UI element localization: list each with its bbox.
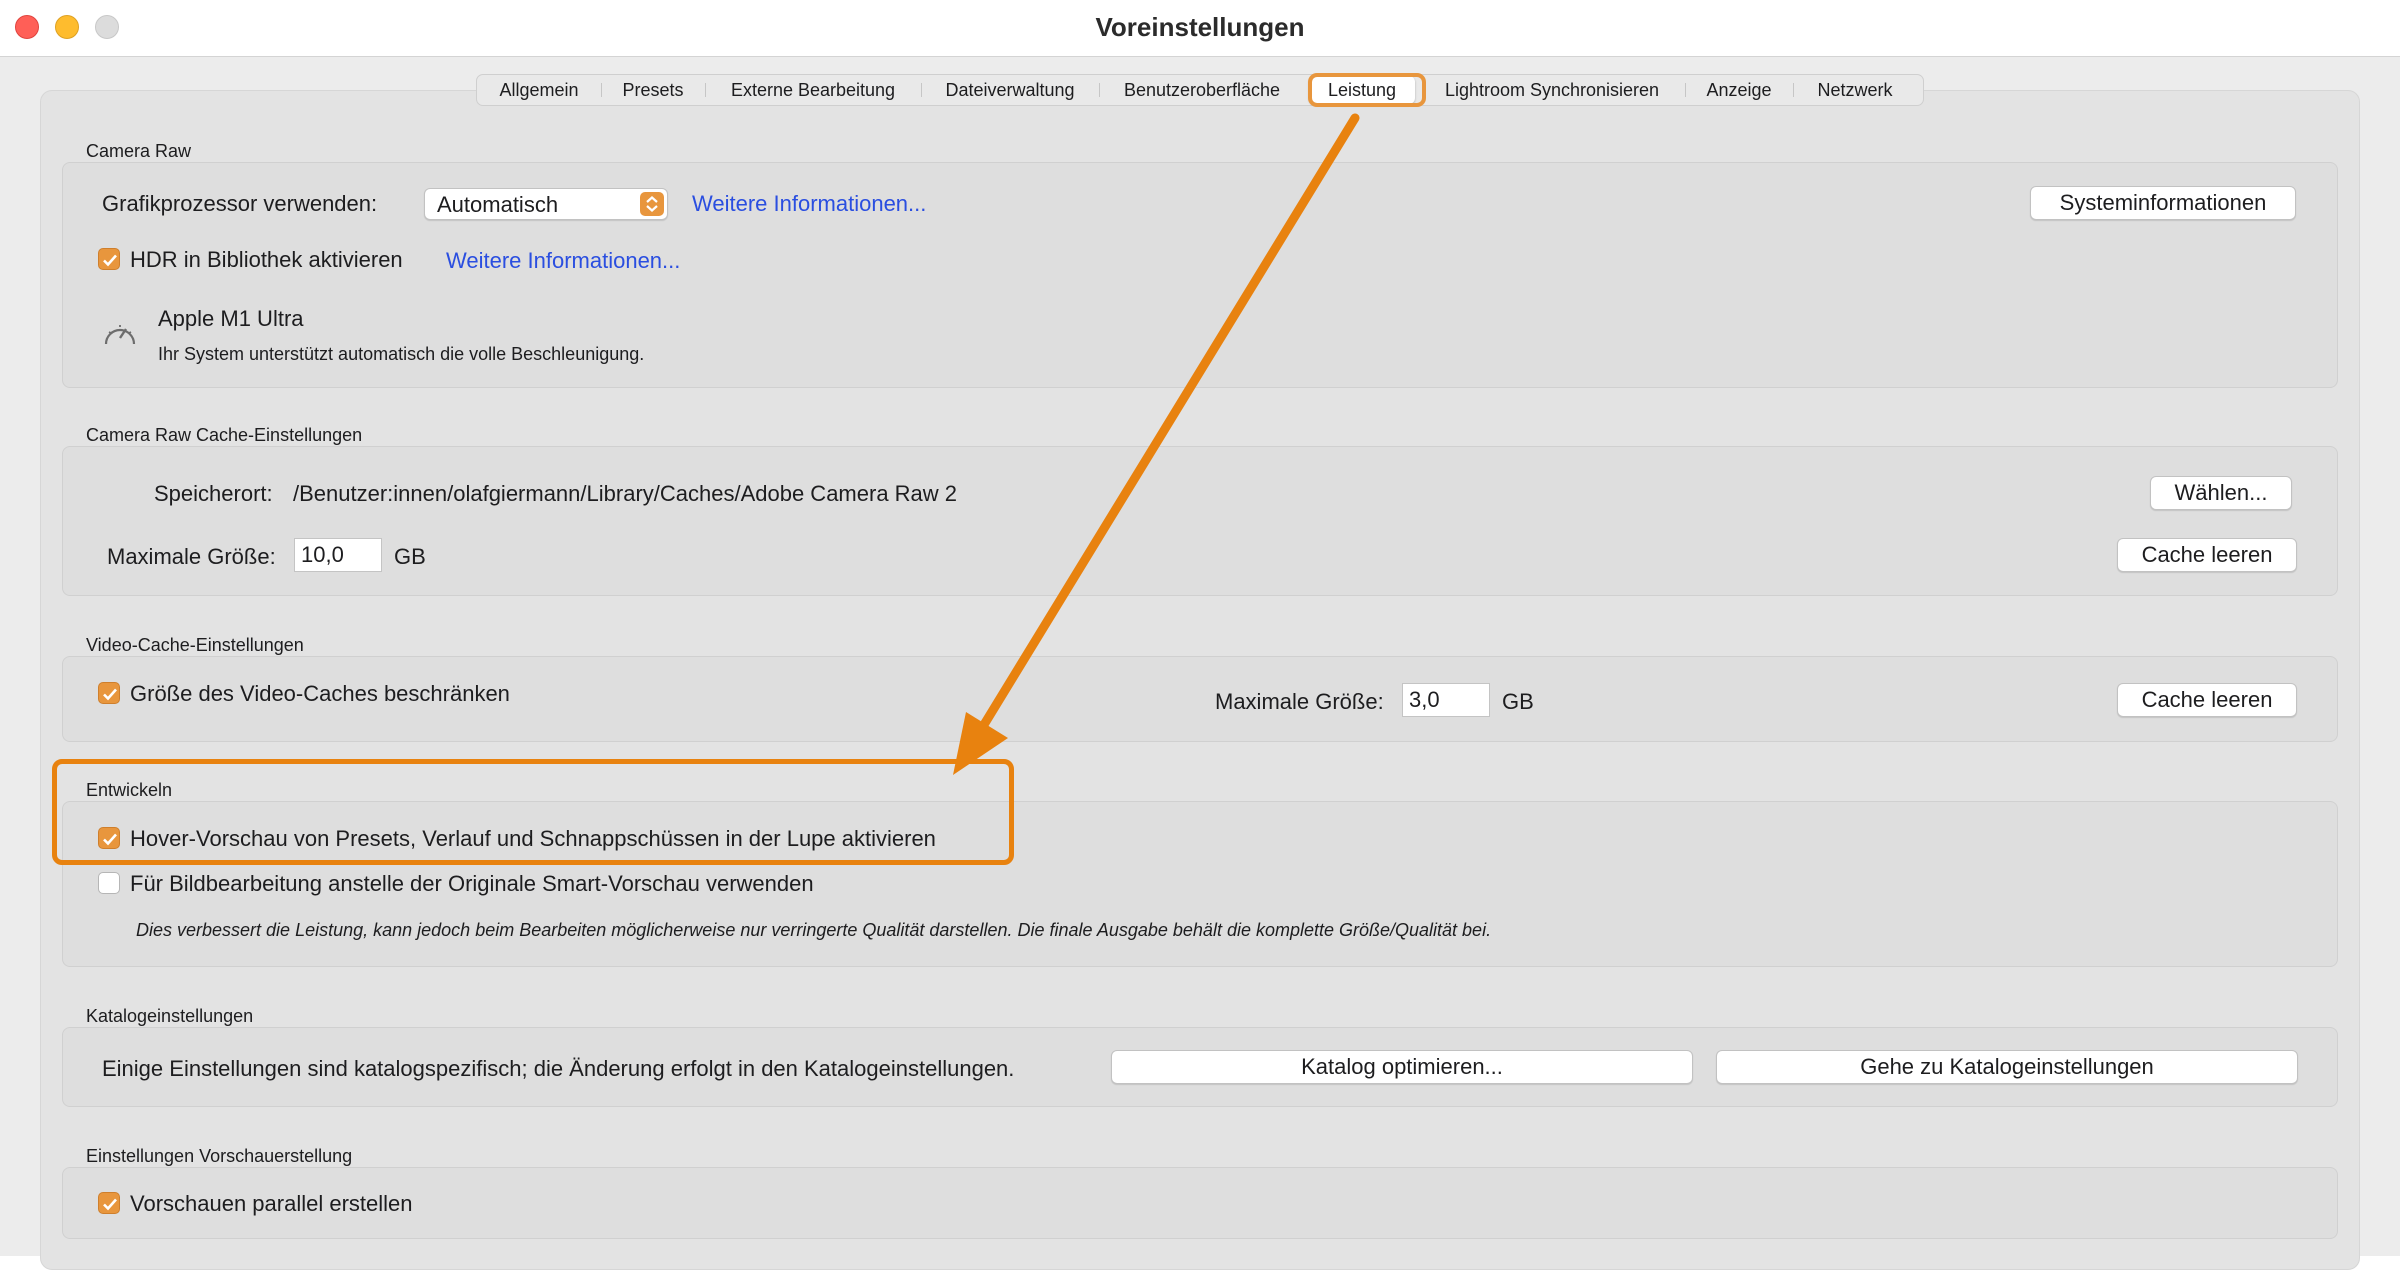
video-cache-max-size-label: Maximale Größe: — [1215, 689, 1384, 714]
speedometer-icon — [102, 318, 138, 353]
hdr-library-checkbox[interactable] — [98, 248, 120, 270]
checkmark-icon — [103, 1198, 117, 1211]
gpu-status-text: Ihr System unterstützt automatisch die v… — [158, 344, 645, 364]
tab-netzwerk[interactable]: Netzwerk — [1793, 76, 1917, 104]
video-cache-section-title: Video-Cache-Einstellungen — [86, 635, 304, 655]
title-bar: Voreinstellungen — [0, 0, 2400, 57]
tab-dateiverwaltung[interactable]: Dateiverwaltung — [921, 76, 1099, 104]
preview-section-title: Einstellungen Vorschauerstellung — [86, 1146, 353, 1166]
checkmark-icon — [103, 833, 117, 846]
catalog-note: Einige Einstellungen sind katalogspezifi… — [102, 1056, 1015, 1081]
tab-allgemein[interactable]: Allgemein — [477, 76, 601, 104]
clear-cache-button[interactable]: Cache leeren — [2117, 538, 2297, 572]
catalog-section-title: Katalogeinstellungen — [86, 1006, 254, 1026]
goto-catalog-settings-button[interactable]: Gehe zu Katalogeinstellungen — [1716, 1050, 2298, 1084]
develop-section-title: Entwickeln — [86, 780, 173, 800]
system-info-button[interactable]: Systeminformationen — [2030, 186, 2296, 220]
tab-anzeige[interactable]: Anzeige — [1685, 76, 1793, 104]
cache-location-label: Speicherort: — [154, 481, 273, 506]
hover-preview-checkbox[interactable] — [98, 827, 120, 849]
cache-section-title: Camera Raw Cache-Einstellungen — [86, 425, 363, 445]
tab-externe-bearbeitung[interactable]: Externe Bearbeitung — [705, 76, 921, 104]
gpu-select[interactable]: Automatisch — [424, 188, 668, 220]
window-title: Voreinstellungen — [1095, 12, 1305, 42]
parallel-previews-checkbox[interactable] — [98, 1192, 120, 1214]
smart-preview-label: Für Bildbearbeitung anstelle der Origina… — [130, 871, 814, 896]
choose-cache-location-button[interactable]: Wählen... — [2150, 476, 2292, 510]
limit-video-cache-label: Größe des Video-Caches beschränken — [130, 681, 510, 706]
cache-max-size-label: Maximale Größe: — [107, 544, 276, 569]
checkmark-icon — [103, 688, 117, 701]
cache-max-size-unit: GB — [394, 544, 426, 569]
gpu-label: Grafikprozessor verwenden: — [102, 191, 378, 216]
clear-video-cache-button[interactable]: Cache leeren — [2117, 683, 2297, 717]
smart-preview-checkbox[interactable] — [98, 872, 120, 894]
preferences-window: Voreinstellungen Allgemein Presets Exter… — [0, 0, 2400, 1270]
chevron-updown-icon — [640, 192, 664, 216]
hover-preview-label: Hover-Vorschau von Presets, Verlauf und … — [130, 826, 936, 851]
limit-video-cache-checkbox[interactable] — [98, 682, 120, 704]
gpu-select-value: Automatisch — [437, 192, 559, 217]
hdr-library-label: HDR in Bibliothek aktivieren — [130, 247, 403, 272]
camera-raw-section-title: Camera Raw — [86, 141, 192, 161]
gpu-more-info-link[interactable]: Weitere Informationen... — [692, 191, 926, 217]
tab-leistung[interactable]: Leistung — [1309, 76, 1415, 104]
smart-preview-note: Dies verbessert die Leistung, kann jedoc… — [136, 920, 1492, 940]
video-cache-max-size-unit: GB — [1502, 689, 1534, 714]
gpu-name: Apple M1 Ultra — [158, 306, 304, 331]
video-cache-max-size-input[interactable]: 3,0 — [1402, 683, 1490, 717]
cache-group — [62, 446, 2338, 596]
cache-max-size-input[interactable]: 10,0 — [294, 538, 382, 572]
cache-location-path: /Benutzer:innen/olafgiermann/Library/Cac… — [293, 481, 958, 506]
parallel-previews-label: Vorschauen parallel erstellen — [130, 1191, 413, 1216]
optimize-catalog-button[interactable]: Katalog optimieren... — [1111, 1050, 1693, 1084]
checkmark-icon — [103, 254, 117, 267]
preferences-tab-bar: Allgemein Presets Externe Bearbeitung Da… — [476, 74, 1924, 106]
tab-presets[interactable]: Presets — [601, 76, 705, 104]
tab-benutzeroberflaeche[interactable]: Benutzeroberfläche — [1099, 76, 1305, 104]
tab-lightroom-synchronisieren[interactable]: Lightroom Synchronisieren — [1419, 76, 1685, 104]
hdr-more-info-link[interactable]: Weitere Informationen... — [446, 248, 680, 274]
